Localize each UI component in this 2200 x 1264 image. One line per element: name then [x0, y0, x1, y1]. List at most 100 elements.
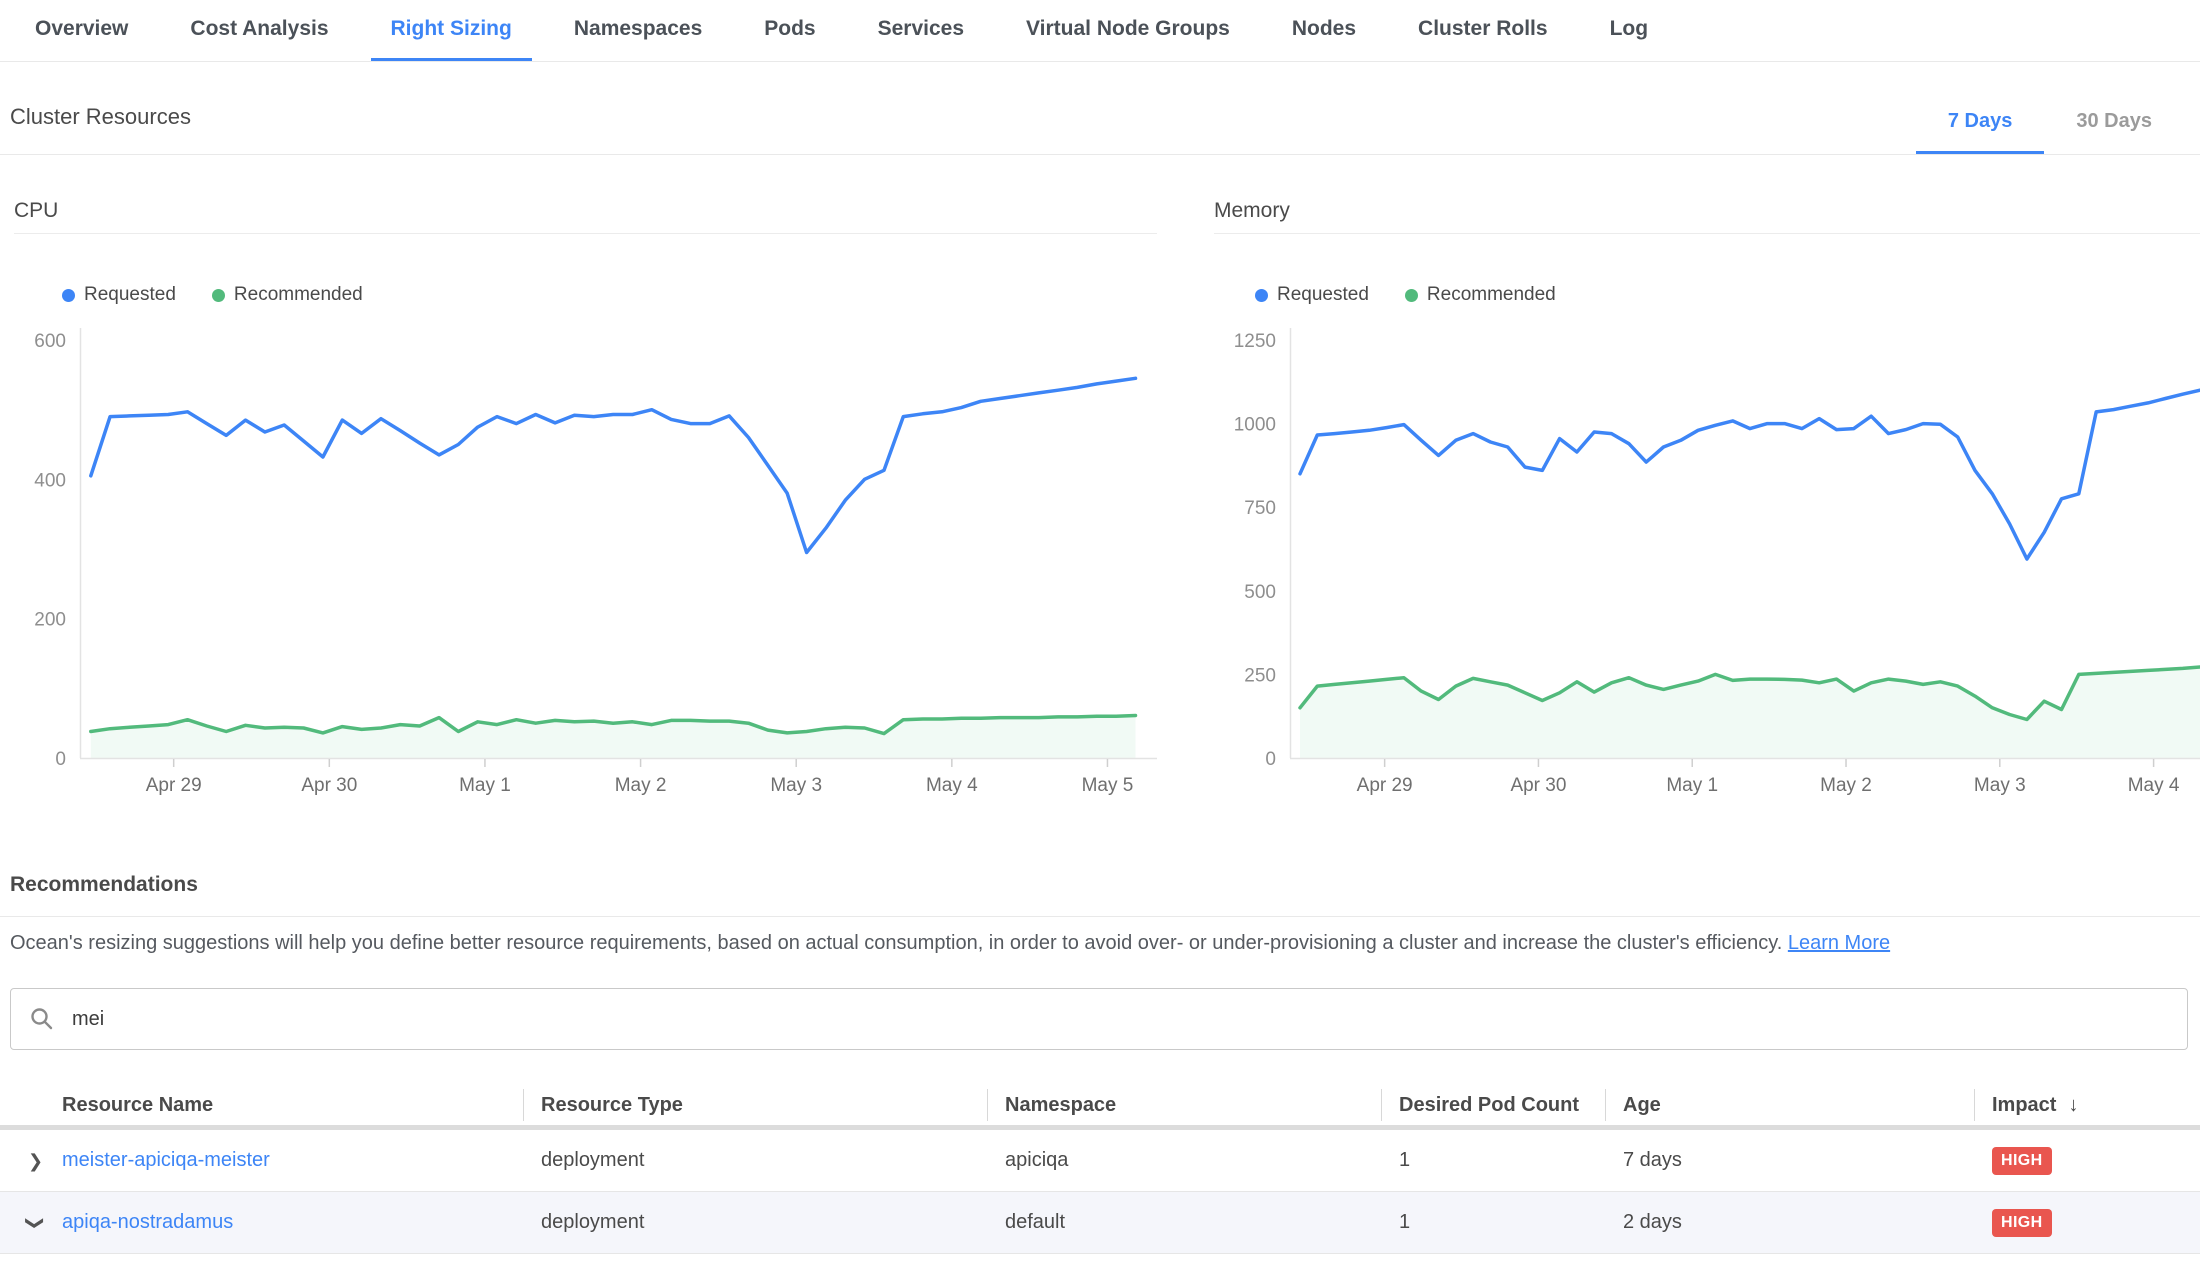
- svg-text:May 5: May 5: [1082, 775, 1134, 796]
- resource-type-cell: deployment: [523, 1211, 987, 1234]
- legend-item-requested: Requested: [62, 284, 176, 306]
- recommendations-description-text: Ocean's resizing suggestions will help y…: [10, 932, 1788, 954]
- top-nav: Overview Cost Analysis Right Sizing Namespa…: [0, 0, 2200, 62]
- svg-text:Apr 29: Apr 29: [146, 775, 202, 796]
- column-label: Desired Pod Count: [1399, 1094, 1579, 1117]
- column-header-impact[interactable]: Impact↓: [1974, 1085, 2200, 1125]
- svg-text:May 2: May 2: [1820, 775, 1872, 796]
- column-header-namespace[interactable]: Namespace: [987, 1085, 1381, 1125]
- column-header-resource-name[interactable]: Resource Name: [0, 1085, 523, 1125]
- tab-namespaces[interactable]: Namespaces: [554, 0, 722, 61]
- tab-overview[interactable]: Overview: [15, 0, 148, 61]
- chart-title-cpu: CPU: [14, 199, 1157, 234]
- tab-pods[interactable]: Pods: [744, 0, 835, 61]
- tab-log[interactable]: Log: [1590, 0, 1668, 61]
- impact-badge: HIGH: [1992, 1147, 2052, 1175]
- svg-text:Apr 29: Apr 29: [1357, 775, 1413, 796]
- svg-text:400: 400: [34, 470, 66, 491]
- svg-text:Apr 30: Apr 30: [301, 775, 357, 796]
- range-tab-7-days[interactable]: 7 Days: [1916, 62, 2045, 154]
- table-header-row: Resource Name Resource Type Namespace Desir…: [0, 1085, 2200, 1130]
- tab-nodes[interactable]: Nodes: [1272, 0, 1376, 61]
- legend-label: Recommended: [234, 284, 363, 306]
- desired-pod-count-cell: 1: [1381, 1149, 1605, 1172]
- svg-text:0: 0: [55, 749, 66, 770]
- chevron-right-icon[interactable]: ❯: [28, 1152, 43, 1170]
- table-body: ❯meister-apiciqa-meisterdeploymentapiciq…: [0, 1130, 2200, 1254]
- svg-text:250: 250: [1244, 665, 1276, 686]
- svg-text:May 4: May 4: [926, 775, 978, 796]
- svg-text:May 1: May 1: [1666, 775, 1718, 796]
- chart-svg-cpu: 600 400 200 0 Apr 29 Apr 30 May 1 May 2 May 3 May…: [14, 313, 1157, 813]
- age-cell: 7 days: [1605, 1149, 1974, 1172]
- svg-text:May 1: May 1: [459, 775, 511, 796]
- recommendations-header: Recommendations: [0, 853, 2200, 917]
- table-row: ❯ apiqa-nostradamus deploymentdefault12 da…: [0, 1192, 2200, 1254]
- column-label: Age: [1623, 1094, 1661, 1117]
- svg-text:Apr 30: Apr 30: [1510, 775, 1566, 796]
- svg-text:1250: 1250: [1234, 331, 1276, 352]
- chart-panel-memory: Memory Requested Recommended 1250 1000 750 500…: [1214, 155, 2200, 813]
- charts-row: CPU Requested Recommended 600 400 200 0 Apr 29 A…: [0, 155, 2200, 815]
- chevron-down-icon[interactable]: ❯: [27, 1215, 45, 1230]
- column-label: Namespace: [1005, 1094, 1116, 1117]
- age-cell: 2 days: [1605, 1211, 1974, 1234]
- svg-text:500: 500: [1244, 582, 1276, 603]
- tab-right-sizing[interactable]: Right Sizing: [371, 0, 532, 61]
- svg-text:600: 600: [34, 331, 66, 352]
- column-label: Resource Name: [62, 1094, 213, 1117]
- svg-text:May 3: May 3: [770, 775, 822, 796]
- legend-item-recommended: Recommended: [212, 284, 363, 306]
- search-icon: [29, 1006, 55, 1032]
- namespace-cell: apiciqa: [987, 1149, 1381, 1172]
- cluster-resources-header: Cluster Resources 7 Days30 Days: [0, 62, 2200, 155]
- svg-text:0: 0: [1265, 749, 1276, 770]
- recommendations-description: Ocean's resizing suggestions will help y…: [10, 932, 2190, 955]
- svg-text:May 4: May 4: [2128, 775, 2180, 796]
- range-tab-30-days[interactable]: 30 Days: [2044, 62, 2184, 154]
- resource-name-link[interactable]: apiqa-nostradamus: [62, 1211, 233, 1233]
- requested-dot-icon: [1255, 289, 1268, 302]
- range-tabs: 7 Days30 Days: [1916, 62, 2184, 154]
- tab-virtual-node-groups[interactable]: Virtual Node Groups: [1006, 0, 1250, 61]
- namespace-cell: default: [987, 1211, 1381, 1234]
- recommendations-title: Recommendations: [10, 873, 198, 897]
- cluster-resources-title: Cluster Resources: [10, 104, 191, 154]
- svg-text:1000: 1000: [1234, 415, 1276, 436]
- legend-item-recommended: Recommended: [1405, 284, 1556, 306]
- svg-text:May 2: May 2: [615, 775, 667, 796]
- search-box: [10, 988, 2188, 1050]
- chart-svg-memory: 1250 1000 750 500 250 0 Apr 29 Apr 30 May 1 May 2…: [1214, 313, 2200, 813]
- svg-text:May 3: May 3: [1974, 775, 2026, 796]
- tab-cost-analysis[interactable]: Cost Analysis: [170, 0, 348, 61]
- chart-legend-memory: Requested Recommended: [1255, 284, 2200, 306]
- tab-cluster-rolls[interactable]: Cluster Rolls: [1398, 0, 1568, 61]
- svg-text:750: 750: [1244, 498, 1276, 519]
- chart-legend-cpu: Requested Recommended: [62, 284, 1157, 306]
- legend-label: Recommended: [1427, 284, 1556, 306]
- resource-type-cell: deployment: [523, 1149, 987, 1172]
- svg-text:200: 200: [34, 610, 66, 631]
- requested-dot-icon: [62, 289, 75, 302]
- tab-services[interactable]: Services: [858, 0, 984, 61]
- resource-name-cell: ❯ meister-apiciqa-meister: [0, 1149, 523, 1172]
- search-input[interactable]: [70, 1007, 2169, 1032]
- learn-more-link[interactable]: Learn More: [1788, 932, 1890, 954]
- desired-pod-count-cell: 1: [1381, 1211, 1605, 1234]
- legend-item-requested: Requested: [1255, 284, 1369, 306]
- impact-cell: HIGH: [1974, 1209, 2200, 1237]
- chart-panel-cpu: CPU Requested Recommended 600 400 200 0 Apr 29 A…: [14, 155, 1157, 813]
- column-header-age[interactable]: Age: [1605, 1085, 1974, 1125]
- impact-cell: HIGH: [1974, 1147, 2200, 1175]
- column-header-resource-type[interactable]: Resource Type: [523, 1085, 987, 1125]
- column-label: Resource Type: [541, 1094, 683, 1117]
- legend-label: Requested: [1277, 284, 1369, 306]
- column-header-desired-pod-count[interactable]: Desired Pod Count: [1381, 1085, 1605, 1125]
- chart-title-memory: Memory: [1214, 199, 2200, 234]
- impact-badge: HIGH: [1992, 1209, 2052, 1237]
- resource-name-link[interactable]: meister-apiciqa-meister: [62, 1149, 270, 1171]
- recommendations-table: Resource Name Resource Type Namespace Desir…: [0, 1085, 2200, 1254]
- legend-label: Requested: [84, 284, 176, 306]
- sort-arrow-down-icon[interactable]: ↓: [2068, 1094, 2078, 1117]
- resource-name-cell: ❯ apiqa-nostradamus: [0, 1211, 523, 1234]
